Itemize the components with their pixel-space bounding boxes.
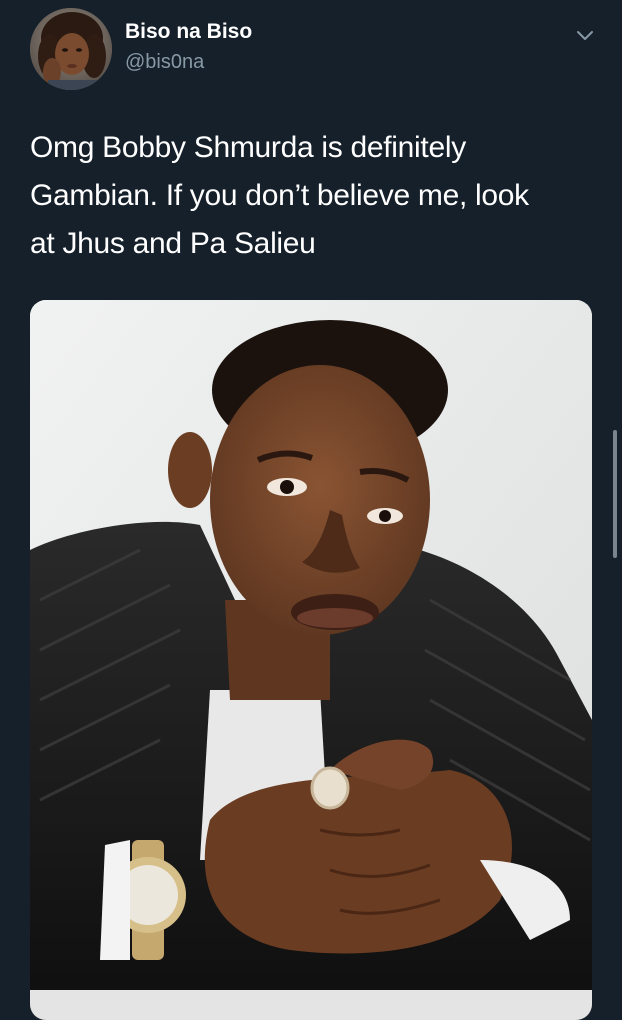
tweet-card: Biso na Biso @bis0na Omg Bobby Shmurda i… xyxy=(0,0,622,1020)
author-display-name[interactable]: Biso na Biso xyxy=(125,20,252,44)
tweet-text-line: at Jhus and Pa Salieu xyxy=(30,227,316,260)
avatar-image xyxy=(30,8,112,90)
avatar[interactable] xyxy=(30,8,112,90)
tweet-text-line: Gambian. If you don’t believe me, look xyxy=(30,179,529,212)
photo-portrait xyxy=(30,300,592,1020)
tweet-media-image[interactable] xyxy=(30,300,592,1020)
scrollbar[interactable] xyxy=(613,430,617,558)
author-handle[interactable]: @bis0na xyxy=(125,51,204,74)
tweet-text: Omg Bobby Shmurda is definitely Gambian.… xyxy=(30,124,595,268)
chevron-down-icon[interactable] xyxy=(574,24,596,46)
tweet-text-line: Omg Bobby Shmurda is definitely xyxy=(30,131,466,164)
